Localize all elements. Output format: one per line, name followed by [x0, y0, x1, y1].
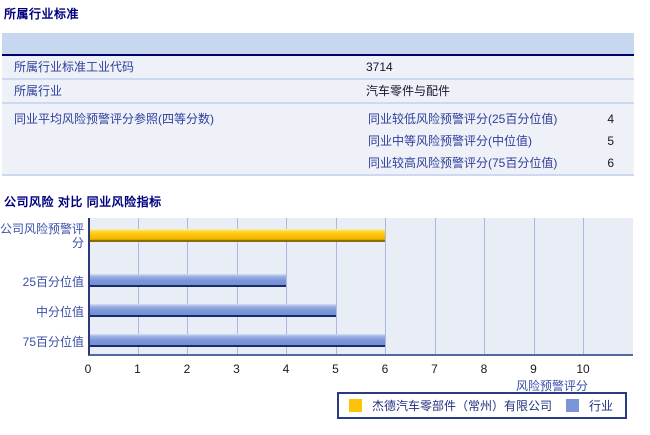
- table-row-peer-scores: 同业平均风险预警评分参照(四等分数) 同业较低风险预警评分(25百分位值) 4 …: [2, 104, 634, 176]
- x-tick-9: 9: [530, 362, 537, 376]
- peer-subrows: 同业较低风险预警评分(25百分位值) 4 同业中等风险预警评分(中位值) 5 同…: [366, 104, 634, 174]
- x-tick-4: 4: [282, 362, 290, 376]
- category-label-25百分位值: 25百分位值: [22, 275, 84, 289]
- row-label: 所属行业标准工业代码: [14, 60, 135, 74]
- x-tick-2: 2: [183, 362, 191, 376]
- company-legend-swatch-icon: [349, 399, 362, 412]
- peer-subrow-high: 同业较高风险预警评分(75百分位值) 6: [366, 152, 634, 174]
- subrow-value: 4: [607, 112, 614, 126]
- row-value: 3714: [366, 60, 393, 74]
- row-label: 同业平均风险预警评分参照(四等分数): [14, 112, 214, 126]
- category-label-中分位值: 中分位值: [35, 305, 84, 319]
- chart-x-axis-ticks: 0 1 2 3 4 5 6 7 8 9 10: [85, 362, 635, 376]
- subrow-label: 同业较低风险预警评分(25百分位值): [368, 112, 558, 126]
- industry-legend-swatch-icon: [566, 399, 580, 412]
- gridline-7: [434, 218, 436, 354]
- x-tick-5: 5: [332, 362, 339, 376]
- gridline-9: [533, 218, 535, 354]
- subrow-label: 同业中等风险预警评分(中位值): [368, 134, 532, 148]
- x-tick-10: 10: [576, 362, 590, 376]
- subrow-value: 6: [607, 156, 614, 170]
- x-tick-8: 8: [480, 362, 488, 376]
- x-tick-0: 0: [84, 362, 92, 376]
- gridline-8: [484, 218, 485, 354]
- x-tick-7: 7: [431, 362, 438, 376]
- row-label: 所属行业: [14, 84, 63, 98]
- category-label-公司风险预警评分: 公司风险预警评分: [0, 222, 85, 250]
- chart-bar-公司风险预警评分: [90, 229, 385, 242]
- table-row-industry: 所属行业 汽车零件与配件: [2, 80, 634, 104]
- x-tick-1: 1: [134, 362, 141, 376]
- section-title-risk-comparison: 公司风险 对比 同业风险指标: [4, 195, 162, 209]
- subrow-label: 同业较高风险预警评分(75百分位值): [368, 156, 558, 170]
- section-title-industry-standard: 所属行业标准: [4, 7, 80, 21]
- table-row-sic: 所属行业标准工业代码 3714: [2, 56, 634, 80]
- table-header-bar: [2, 33, 634, 56]
- industry-standard-table: 所属行业标准工业代码 3714 所属行业 汽车零件与配件 同业平均风险预警评分参…: [2, 33, 634, 176]
- bar-chart-plot-area: [88, 218, 633, 356]
- gridline-10: [583, 218, 584, 354]
- chart-bar-75百分位值: [90, 334, 385, 347]
- peer-subrow-low: 同业较低风险预警评分(25百分位值) 4: [366, 108, 634, 130]
- category-label-75百分位值: 75百分位值: [22, 335, 84, 349]
- page: 所属行业标准 所属行业标准工业代码 3714 所属行业 汽车零件与配件 同业平均…: [0, 0, 650, 435]
- subrow-value: 5: [607, 134, 614, 148]
- gridline-6: [385, 218, 386, 354]
- chart-bar-25百分位值: [90, 274, 286, 287]
- x-tick-6: 6: [381, 362, 389, 376]
- x-tick-3: 3: [233, 362, 240, 376]
- chart-bar-中分位值: [90, 304, 336, 317]
- legend-company-name: 杰德汽车零部件（常州）有限公司: [372, 399, 553, 413]
- row-value: 汽车零件与配件: [366, 84, 451, 98]
- peer-subrow-median: 同业中等风险预警评分(中位值) 5: [366, 130, 634, 152]
- chart-legend: 杰德汽车零部件（常州）有限公司 行业: [337, 392, 627, 419]
- legend-industry-name: 行业: [589, 399, 614, 413]
